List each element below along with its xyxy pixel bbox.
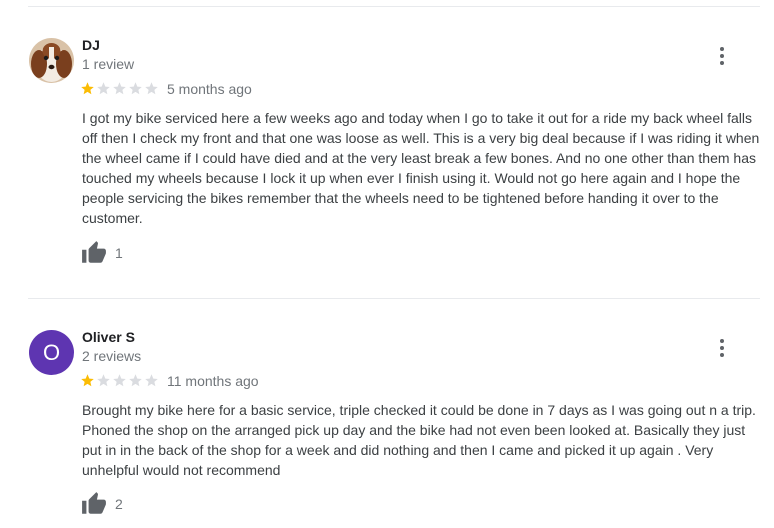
star-filled-icon [81, 374, 94, 387]
more-options-icon[interactable] [712, 45, 732, 67]
review-text: I got my bike serviced here a few weeks … [82, 110, 760, 226]
star-filled-icon [81, 82, 94, 95]
like-button[interactable]: 2 [81, 491, 123, 517]
reviewer-name[interactable]: DJ [82, 37, 100, 53]
star-empty-icon [129, 374, 142, 387]
review-text: Brought my bike here for a basic service… [82, 402, 756, 478]
reviewer-review-count[interactable]: 1 review [82, 56, 134, 72]
star-empty-icon [129, 82, 142, 95]
like-count: 2 [115, 496, 123, 512]
dog-avatar-image [29, 38, 74, 83]
star-empty-icon [113, 374, 126, 387]
thumbs-up-icon [82, 241, 106, 263]
star-empty-icon [113, 82, 126, 95]
more-options-icon[interactable] [712, 337, 732, 359]
avatar[interactable] [29, 38, 74, 83]
top-divider [28, 6, 760, 7]
star-rating [80, 81, 159, 97]
like-button[interactable]: 1 [81, 240, 123, 266]
reviewer-name[interactable]: Oliver S [82, 329, 135, 345]
like-count: 1 [115, 245, 123, 261]
review-date: 11 months ago [167, 373, 259, 389]
star-empty-icon [145, 374, 158, 387]
star-empty-icon [97, 82, 110, 95]
star-rating [80, 373, 159, 389]
avatar[interactable]: O [29, 330, 74, 375]
review-divider [28, 298, 760, 299]
thumbs-up-icon [82, 492, 106, 514]
reviewer-review-count[interactable]: 2 reviews [82, 348, 141, 364]
star-empty-icon [97, 374, 110, 387]
star-empty-icon [145, 82, 158, 95]
review-date: 5 months ago [167, 81, 252, 97]
avatar-initial: O [42, 339, 61, 365]
